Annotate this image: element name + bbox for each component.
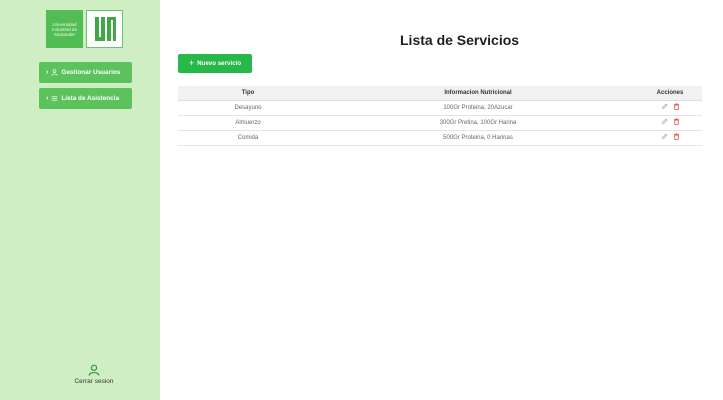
edit-icon[interactable]: [661, 103, 668, 110]
user-icon: [51, 69, 58, 76]
cell-tipo: Comida: [178, 130, 318, 146]
new-service-label: Nuevo servicio: [197, 60, 242, 67]
cell-info: 100Gr Proteina, 20Azucar: [318, 100, 638, 116]
new-service-button[interactable]: + Nuevo servicio: [178, 54, 252, 73]
logo-text-block: Universidad Industrial de Santander: [46, 10, 83, 48]
cell-actions: [638, 100, 702, 116]
services-table: Tipo Informacion Nutricional Acciones De…: [178, 86, 702, 146]
cell-actions: [638, 130, 702, 146]
table-row: Desayuno 100Gr Proteina, 20Azucar: [178, 100, 702, 116]
column-header-tipo: Tipo: [178, 86, 318, 101]
main-content: Lista de Servicios + Nuevo servicio Tipo…: [160, 0, 723, 400]
logo-text-line: Santander: [53, 31, 76, 37]
cell-info: 500Gr Proteina, 0 Harinas: [318, 130, 638, 146]
cell-actions: [638, 115, 702, 131]
nav-lista-asistencia-button[interactable]: › Lista de Asistencia: [39, 88, 132, 109]
table-row: Almuerzo 300Gr Pretina, 100Gr Harina: [178, 115, 702, 131]
chevron-right-icon: ›: [46, 95, 49, 102]
column-header-info: Informacion Nutricional: [318, 86, 638, 101]
logo-text-line: Industrial de: [51, 26, 78, 32]
logout-label: Cerrar sesion: [74, 378, 114, 385]
delete-icon[interactable]: [673, 118, 680, 125]
chevron-right-icon: ›: [46, 69, 49, 76]
page-title: Lista de Servicios: [400, 32, 520, 48]
column-header-acciones: Acciones: [638, 86, 702, 101]
university-logo: Universidad Industrial de Santander: [46, 10, 123, 48]
cell-tipo: Almuerzo: [178, 115, 318, 131]
sidebar: Universidad Industrial de Santander › Ge…: [0, 0, 160, 400]
table-header-row: Tipo Informacion Nutricional Acciones: [178, 86, 702, 101]
edit-icon[interactable]: [661, 133, 668, 140]
table-row: Comida 500Gr Proteina, 0 Harinas: [178, 130, 702, 146]
nav-gestionar-usuarios-button[interactable]: › Gestionar Usuarios: [39, 62, 132, 83]
nav-gestionar-usuarios-label: Gestionar Usuarios: [61, 69, 121, 76]
logo-mark: [86, 10, 123, 48]
delete-icon[interactable]: [673, 103, 680, 110]
uis-logo-icon: [94, 17, 116, 41]
plus-icon: +: [188, 58, 195, 68]
nav-lista-asistencia-label: Lista de Asistencia: [61, 95, 119, 102]
delete-icon[interactable]: [673, 133, 680, 140]
user-icon: [88, 364, 100, 376]
logout-button[interactable]: Cerrar sesion: [72, 364, 116, 385]
list-icon: [52, 96, 58, 101]
cell-tipo: Desayuno: [178, 100, 318, 116]
logo-text-line: Universidad: [52, 21, 77, 27]
cell-info: 300Gr Pretina, 100Gr Harina: [318, 115, 638, 131]
edit-icon[interactable]: [661, 118, 668, 125]
